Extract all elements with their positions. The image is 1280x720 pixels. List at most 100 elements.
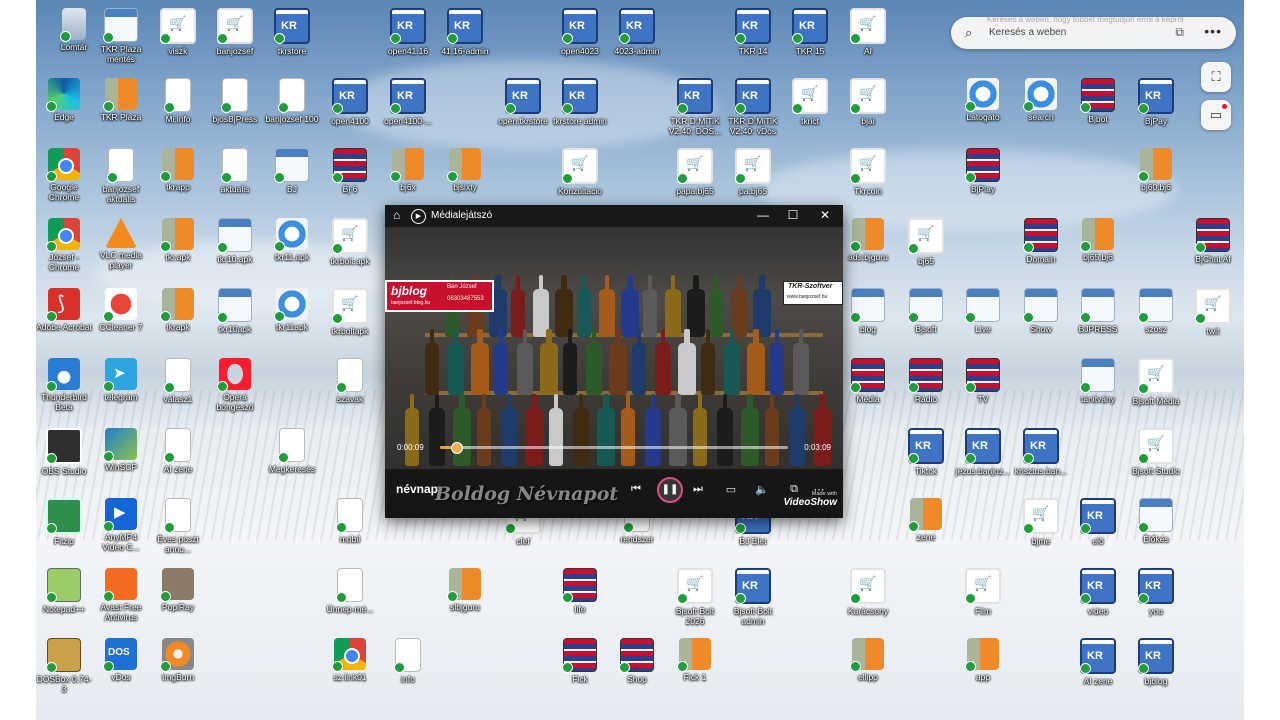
desktop-icon[interactable]: bj60.bj6	[1126, 144, 1186, 214]
desktop-icon[interactable]: banjozsef aktualis	[91, 144, 151, 214]
desktop-icon[interactable]: Shop	[607, 634, 667, 704]
desktop-icon[interactable]: Notepad++	[36, 564, 94, 634]
minimize-button[interactable]: —	[753, 208, 773, 222]
desktop-icon[interactable]: 4023-admin	[607, 4, 667, 74]
desktop-icon[interactable]: tkr.apk	[148, 214, 208, 284]
desktop-icon[interactable]: app	[953, 634, 1013, 704]
desktop-icon[interactable]: open.tkrstore	[493, 74, 553, 144]
desktop-icon[interactable]: tkr10.apk	[205, 214, 265, 284]
seek-bar[interactable]	[440, 442, 788, 454]
desktop-icon[interactable]: open41.16	[378, 4, 438, 74]
desktop-icon[interactable]: telegram	[91, 354, 151, 424]
desktop-icon[interactable]: ellipp	[838, 634, 898, 704]
desktop-icon[interactable]: mobil	[320, 494, 380, 564]
desktop-icon[interactable]: search	[1011, 74, 1071, 144]
desktop-icon[interactable]: CCleaner 7	[91, 284, 151, 354]
visual-search-icon[interactable]: ⧉	[1175, 25, 1184, 40]
desktop-icon[interactable]: slbjguru	[435, 564, 495, 634]
desktop-icon[interactable]: tkr10apk	[205, 284, 265, 354]
desktop-icon[interactable]: AI zene	[1068, 634, 1128, 704]
player-titlebar[interactable]: ⌂ ▶ Médialejátszó — ☐ ✕	[385, 205, 843, 227]
desktop-icon[interactable]: sz.link01	[320, 634, 380, 704]
desktop-icon[interactable]: info	[378, 634, 438, 704]
desktop-icon[interactable]: bj65.bj6	[1068, 214, 1128, 284]
desktop-icon[interactable]: bjosBjPress	[205, 74, 265, 144]
desktop-icon[interactable]: Bjsoft Studio	[1126, 424, 1186, 494]
subtitles-icon[interactable]: ▭	[722, 483, 740, 496]
desktop-icon[interactable]: tkrapk	[148, 284, 208, 354]
search-input[interactable]: Keresés a weben	[989, 27, 1066, 38]
desktop-icon[interactable]: Karácsony	[838, 564, 898, 634]
desktop-icon[interactable]: szavak	[320, 354, 380, 424]
desktop-icon[interactable]: AnyMP4 Video C...	[91, 494, 151, 564]
desktop-icon[interactable]: bj65	[896, 214, 956, 284]
desktop-icon[interactable]: TV	[953, 354, 1013, 424]
volume-icon[interactable]: 🔈	[753, 483, 771, 496]
desktop-icon[interactable]: bjsixty	[435, 144, 495, 214]
desktop-icon[interactable]: TKR 14	[723, 4, 783, 74]
desktop-icon[interactable]: tanitvány	[1068, 354, 1128, 424]
desktop-icon[interactable]: Ünnep-mé...	[320, 564, 380, 634]
desktop-icon[interactable]: Éves poszt annu...	[148, 494, 208, 564]
desktop-icon[interactable]: Latogato	[953, 74, 1013, 144]
desktop-icon[interactable]: bj6x	[378, 144, 438, 214]
desktop-icon[interactable]: Bjsoft Média	[1126, 354, 1186, 424]
desktop-icon[interactable]: TKR Plaza mentés	[91, 4, 151, 74]
desktop-icon[interactable]: aktualis	[205, 144, 265, 214]
media-player-window[interactable]: bjblog Bán József banjozsef.blog.hu 0630…	[385, 205, 843, 518]
desktop-icon[interactable]: Opera böngésző	[205, 354, 265, 424]
desktop-icon[interactable]: bjai	[838, 74, 898, 144]
desktop-icon[interactable]: video	[1068, 564, 1128, 634]
desktop-icon[interactable]: papa.bj65	[665, 144, 725, 214]
desktop-icon[interactable]: Bj 6	[320, 144, 380, 214]
desktop-icon[interactable]: zene	[896, 494, 956, 564]
desktop-icon[interactable]: TKR D:MiTiK V2.40: vDos	[723, 74, 783, 144]
desktop-icon[interactable]: Avast Free Antivirus	[91, 564, 151, 634]
desktop-icon[interactable]: tkrapp	[148, 144, 208, 214]
next-icon[interactable]: ⏭	[689, 483, 707, 496]
desktop-icon[interactable]: Bjsoft Bolt admin	[723, 564, 783, 634]
desktop-icon[interactable]: tkrbolt.apk	[320, 214, 380, 284]
desktop-icon[interactable]: Tkrcoin	[838, 144, 898, 214]
previous-icon[interactable]: ⏮	[627, 483, 645, 496]
desktop-icon[interactable]: krisztus.ban...	[1011, 424, 1071, 494]
desktop-icon[interactable]: Film	[953, 564, 1013, 634]
desktop-icon[interactable]: Média	[838, 354, 898, 424]
desktop-icon[interactable]: Bjsoft	[896, 284, 956, 354]
screenshot-icon[interactable]: ⛶	[1201, 62, 1231, 92]
desktop-icon[interactable]: tkrboltapk	[320, 284, 380, 354]
desktop-icon[interactable]: life	[550, 564, 610, 634]
desktop-icon[interactable]: banjozsef	[205, 4, 265, 74]
desktop-icon[interactable]: ImgBurn	[148, 634, 208, 704]
desktop-icon[interactable]: szosz	[1126, 284, 1186, 354]
desktop-icon[interactable]: TKR 15	[780, 4, 840, 74]
desktop-icon[interactable]: BJ	[262, 144, 322, 214]
more-icon[interactable]: •••	[1204, 23, 1222, 39]
desktop-icon[interactable]: Fick	[550, 634, 610, 704]
desktop-icon[interactable]: Live	[953, 284, 1013, 354]
desktop-icon[interactable]: Konzultacio	[550, 144, 610, 214]
maximize-button[interactable]: ☐	[783, 208, 803, 222]
desktop-icon[interactable]: PopiRay	[148, 564, 208, 634]
desktop-icon[interactable]: open4100-...	[378, 74, 438, 144]
desktop-icon[interactable]: pa.bj65	[723, 144, 783, 214]
desktop-icon[interactable]: open4023	[550, 4, 610, 74]
desktop-icon[interactable]: bjme	[1011, 494, 1071, 564]
desktop-icon[interactable]: Mi.info	[148, 74, 208, 144]
desktop-icon[interactable]: VLC media player	[91, 214, 151, 284]
close-button[interactable]: ✕	[815, 208, 835, 222]
desktop-icon[interactable]: BJPRESS	[1068, 284, 1128, 354]
desktop-icon[interactable]: Rádió	[896, 354, 956, 424]
desktop-icon[interactable]: Élőkés	[1126, 494, 1186, 564]
desktop-icon[interactable]: BjPlay	[953, 144, 1013, 214]
desktop-icon[interactable]: banjozsef 100	[262, 74, 322, 144]
desktop-icon[interactable]: open4100	[320, 74, 380, 144]
desktop-icon[interactable]: 41.16-admin	[435, 4, 495, 74]
desktop-icon[interactable]: Show	[1011, 284, 1071, 354]
pause-button[interactable]: ❚❚	[657, 477, 683, 503]
desktop-icon[interactable]: tkrstore	[262, 4, 322, 74]
desktop-icon[interactable]: József - Chrome	[36, 214, 94, 284]
desktop-icon[interactable]: tkrstore admin	[550, 74, 610, 144]
desktop-icon[interactable]: TKR D:MiTiK V2.40: DOS...	[665, 74, 725, 144]
home-icon[interactable]: ⌂	[393, 208, 400, 222]
